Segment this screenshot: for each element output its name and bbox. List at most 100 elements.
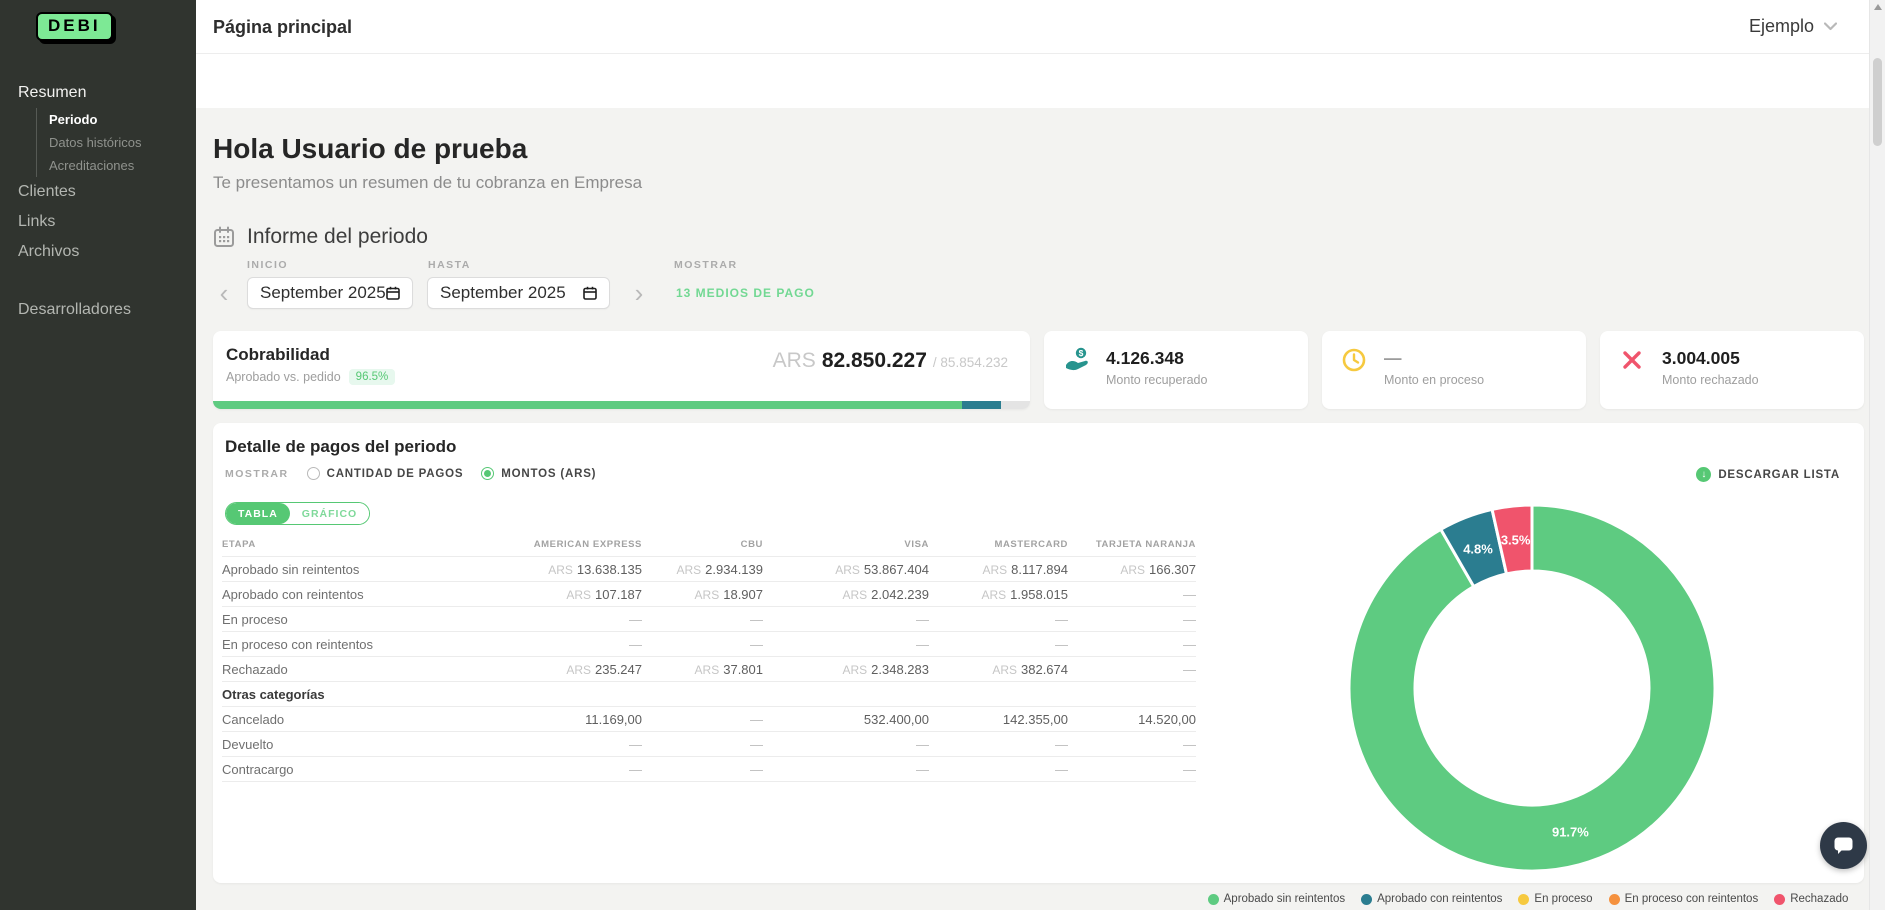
content-area: Hola Usuario de prueba Te presentamos un…: [196, 108, 1869, 910]
period-report-title: Informe del periodo: [247, 225, 428, 249]
calendar-icon: [386, 286, 400, 300]
payment-methods-link[interactable]: 13 MEDIOS DE PAGO: [676, 286, 815, 300]
legend-item[interactable]: Aprobado con reintentos: [1361, 893, 1502, 905]
table-row: Contracargo—————: [222, 757, 1196, 782]
sidebar: DEBI Resumen Periodo Datos históricos Ac…: [0, 0, 196, 910]
column-header: MASTERCARD: [929, 535, 1068, 557]
recovered-amount-value: 4.126.348: [1106, 348, 1207, 368]
progress-segment: [213, 401, 962, 409]
period-labels-row: INICIO HASTA MOSTRAR: [213, 259, 1869, 271]
download-list-button[interactable]: ↓ DESCARGAR LISTA: [1696, 467, 1840, 482]
main-area: Hola Usuario de prueba Te presentamos un…: [196, 54, 1869, 910]
column-header: VISA: [763, 535, 929, 557]
top-header: Página principal Ejemplo: [196, 0, 1885, 54]
hero-title: Hola Usuario de prueba: [213, 133, 1869, 165]
detail-table-body: Aprobado sin reintentosARS13.638.135ARS2…: [222, 557, 1196, 782]
sidebar-item-desarrolladores[interactable]: Desarrolladores: [0, 295, 196, 325]
payment-detail-title: Detalle de pagos del periodo: [225, 437, 456, 457]
payments-table: ETAPAAMERICAN EXPRESSCBUVISAMASTERCARDTA…: [222, 535, 1196, 782]
calendar-icon: [583, 286, 597, 300]
page-title: Página principal: [213, 17, 352, 38]
rejected-amount-body: 3.004.005 Monto rechazado: [1662, 348, 1759, 387]
in-process-amount-label: Monto en proceso: [1384, 373, 1484, 387]
cobrabilidad-subtitle-row: Aprobado vs. pedido 96.5%: [226, 369, 395, 385]
legend-dot-icon: [1609, 894, 1620, 905]
cobrabilidad-subtitle: Aprobado vs. pedido: [226, 370, 341, 384]
radio-cantidad-de-pagos[interactable]: CANTIDAD DE PAGOS: [307, 467, 464, 480]
sidebar-item-resumen[interactable]: Resumen: [0, 78, 196, 108]
legend-item[interactable]: Rechazado: [1774, 893, 1848, 905]
radio-cantidad-label: CANTIDAD DE PAGOS: [327, 468, 464, 480]
account-name: Ejemplo: [1749, 16, 1814, 37]
legend-dot-icon: [1518, 894, 1529, 905]
inicio-month-input[interactable]: September 2025: [247, 277, 413, 309]
radio-selected-icon: [481, 467, 494, 480]
in-process-amount-value: —: [1384, 348, 1484, 368]
tab-tabla[interactable]: TABLA: [226, 503, 290, 524]
scrollbar-thumb[interactable]: [1873, 58, 1882, 146]
rejected-amount-label: Monto rechazado: [1662, 373, 1759, 387]
donut-slice-label: 4.8%: [1463, 542, 1493, 557]
table-row: En proceso—————: [222, 607, 1196, 632]
hasta-month-value: September 2025: [440, 283, 566, 303]
debi-logo[interactable]: DEBI: [36, 12, 113, 41]
sidebar-item-clientes[interactable]: Clientes: [0, 177, 196, 207]
scrollbar[interactable]: [1869, 0, 1885, 910]
legend-label: En proceso: [1534, 893, 1592, 905]
table-row: Cancelado11.169,00—532.400,00142.355,001…: [222, 707, 1196, 732]
sidebar-item-periodo[interactable]: Periodo: [37, 108, 196, 131]
table-section-row: Otras categorías: [222, 682, 1196, 707]
table-row: En proceso con reintentos—————: [222, 632, 1196, 657]
next-period-button[interactable]: ›: [628, 278, 650, 308]
payment-detail-card: Detalle de pagos del periodo MOSTRAR CAN…: [213, 423, 1864, 883]
sidebar-subgroup-resumen: Periodo Datos históricos Acreditaciones: [36, 108, 196, 177]
legend-item[interactable]: En proceso: [1518, 893, 1592, 905]
hand-coin-icon: $: [1064, 347, 1092, 373]
progress-segment: [962, 401, 1001, 409]
account-menu[interactable]: Ejemplo: [1749, 16, 1837, 37]
view-toggle: TABLA GRÁFICO: [225, 502, 370, 525]
donut-slice-label: 91.7%: [1552, 824, 1589, 839]
sidebar-item-datos-historicos[interactable]: Datos históricos: [37, 131, 196, 154]
in-process-amount-body: — Monto en proceso: [1384, 348, 1484, 387]
rejected-amount-value: 3.004.005: [1662, 348, 1759, 368]
chart-legend: Aprobado sin reintentosAprobado con rein…: [1228, 893, 1828, 905]
download-label: DESCARGAR LISTA: [1718, 469, 1840, 481]
approval-rate-badge: 96.5%: [349, 369, 396, 385]
legend-label: Rechazado: [1790, 893, 1848, 905]
sidebar-item-acreditaciones[interactable]: Acreditaciones: [37, 154, 196, 177]
table-row: Devuelto—————: [222, 732, 1196, 757]
calendar-icon: [213, 226, 235, 248]
tab-grafico[interactable]: GRÁFICO: [290, 503, 369, 524]
sidebar-item-archivos[interactable]: Archivos: [0, 237, 196, 267]
recovered-amount-card: $ 4.126.348 Monto recuperado: [1044, 331, 1308, 409]
recovered-amount-body: 4.126.348 Monto recuperado: [1106, 348, 1207, 387]
mostrar-label: MOSTRAR: [674, 259, 738, 271]
radio-montos-ars[interactable]: MONTOS (ARS): [481, 467, 596, 480]
table-row: Aprobado sin reintentosARS13.638.135ARS2…: [222, 557, 1196, 582]
cobrabilidad-progress-bar: [213, 401, 1030, 409]
sidebar-item-links[interactable]: Links: [0, 207, 196, 237]
period-report-header: Informe del periodo: [213, 225, 1869, 249]
hasta-month-input[interactable]: September 2025: [427, 277, 610, 309]
legend-label: Aprobado sin reintentos: [1224, 893, 1345, 905]
clock-icon: [1342, 347, 1370, 373]
period-inputs-row: ‹ September 2025 September 2025: [213, 277, 1869, 309]
hero-subtitle: Te presentamos un resumen de tu cobranza…: [213, 173, 1869, 193]
app-window: DEBI Resumen Periodo Datos históricos Ac…: [0, 0, 1885, 910]
cobrabilidad-title: Cobrabilidad: [226, 345, 330, 365]
inicio-label: INICIO: [247, 259, 428, 271]
column-header: AMERICAN EXPRESS: [503, 535, 642, 557]
progress-segment: [1001, 401, 1030, 409]
recovered-amount-label: Monto recuperado: [1106, 373, 1207, 387]
svg-text:$: $: [1079, 348, 1084, 358]
chat-button[interactable]: [1820, 822, 1867, 869]
table-header-row: ETAPAAMERICAN EXPRESSCBUVISAMASTERCARDTA…: [222, 535, 1196, 557]
legend-item[interactable]: En proceso con reintentos: [1609, 893, 1759, 905]
legend-item[interactable]: Aprobado sin reintentos: [1208, 893, 1345, 905]
legend-label: Aprobado con reintentos: [1377, 893, 1502, 905]
scroll-up-arrow[interactable]: [1874, 4, 1882, 10]
inicio-month-value: September 2025: [260, 283, 386, 303]
previous-period-button[interactable]: ‹: [213, 278, 235, 308]
legend-dot-icon: [1774, 894, 1785, 905]
